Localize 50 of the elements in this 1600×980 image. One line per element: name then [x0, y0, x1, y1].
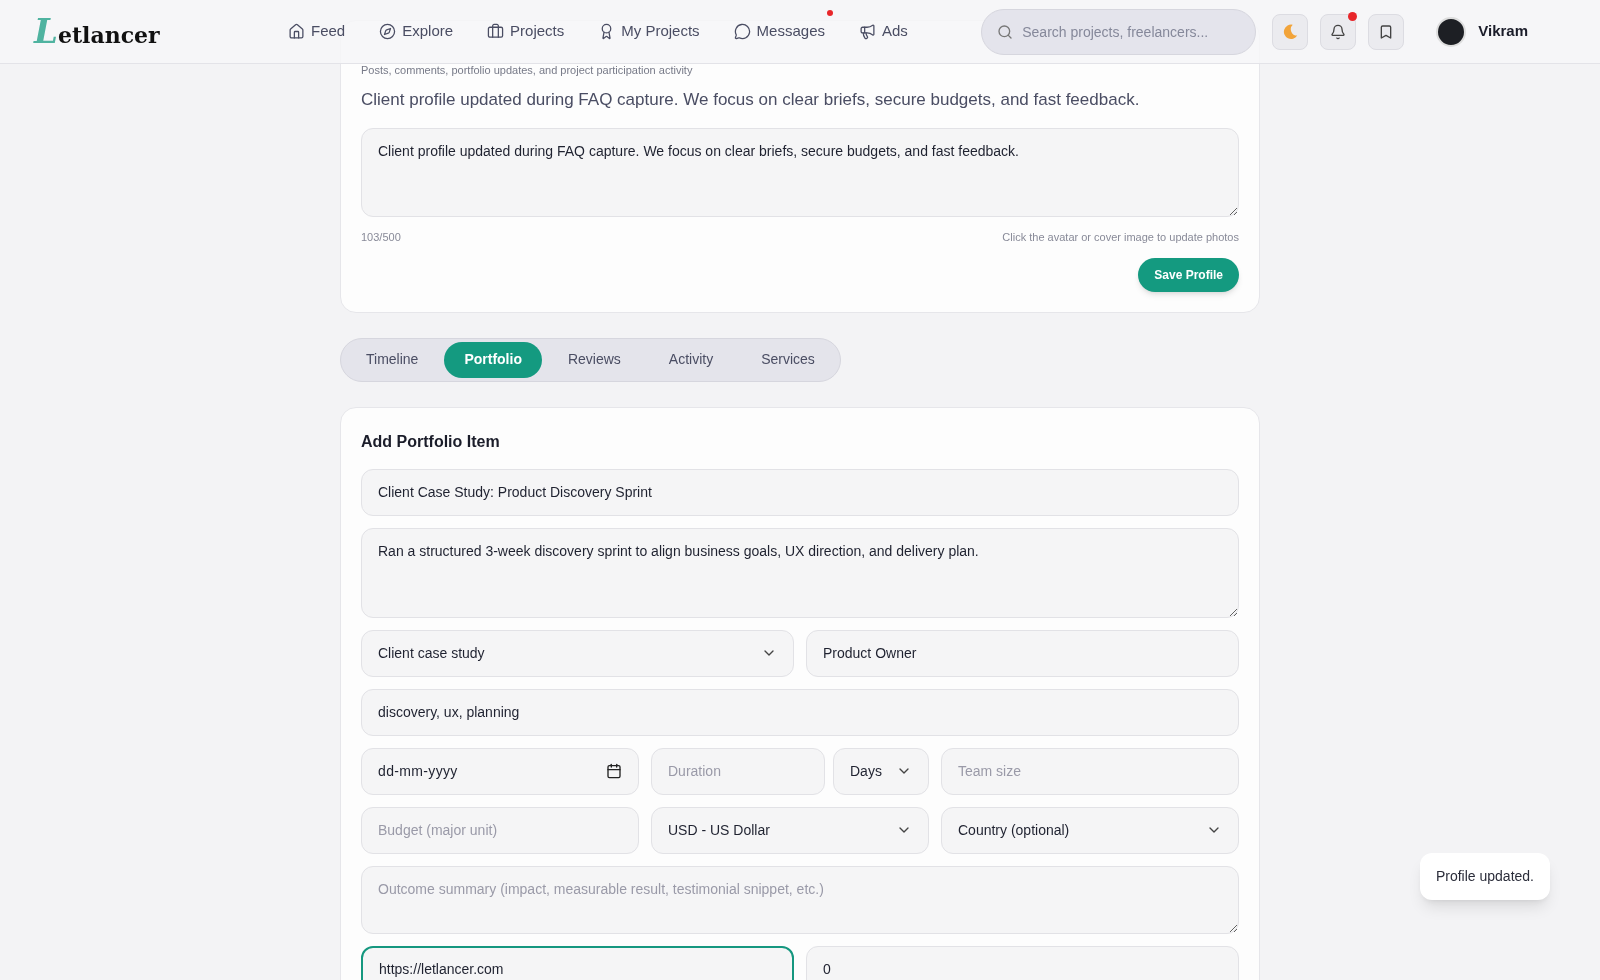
- search-icon: [997, 23, 1014, 40]
- dropdown[interactable]: USD - US Dollar: [651, 806, 929, 854]
- dropdown[interactable]: Days: [833, 747, 929, 795]
- nav-link[interactable]: Feed: [288, 20, 346, 43]
- dropdown[interactable]: Client case study: [361, 629, 794, 677]
- theme-toggle-button[interactable]: [1272, 13, 1309, 50]
- character-counter: 103/500: [361, 230, 401, 245]
- calendar-icon: [606, 763, 622, 779]
- text-field[interactable]: discovery, ux, planning: [361, 688, 1239, 736]
- tab[interactable]: Reviews: [545, 341, 643, 378]
- bio-text: Client profile updated during FAQ capture. We focus on clear briefs, secure budgets, and fast feedback.: [361, 88, 1141, 111]
- form-title: Add Portfolio Item: [361, 431, 501, 452]
- text-field[interactable]: Duration: [651, 747, 825, 795]
- nav-link[interactable]: Explore: [379, 20, 454, 43]
- nav-link[interactable]: Messages: [733, 20, 825, 43]
- save-profile-button[interactable]: Save Profile: [1138, 257, 1239, 292]
- nav-icon: [379, 23, 397, 40]
- text-field[interactable]: Client Case Study: Product Discovery Sprint: [361, 468, 1239, 516]
- tab[interactable]: Activity: [646, 341, 736, 378]
- nav-link[interactable]: Ads: [859, 20, 908, 43]
- bio-field[interactable]: Client profile updated during FAQ capture. We focus on clear briefs, secure budgets, and fast feedback.: [361, 128, 1239, 217]
- tab[interactable]: Services: [739, 341, 837, 378]
- text-field[interactable]: https://letlancer.com: [361, 945, 794, 980]
- dropdown[interactable]: Country (optional): [941, 806, 1239, 854]
- notifications-button[interactable]: [1320, 13, 1357, 50]
- card-subtitle: Posts, comments, portfolio updates, and project participation activity: [361, 63, 693, 78]
- user-menu[interactable]: Vikram: [1436, 16, 1528, 47]
- text-area[interactable]: Ran a structured 3-week discovery sprint to align business goals, UX direction, and delivery plan.: [361, 527, 1239, 618]
- nav-link[interactable]: My Projects: [598, 20, 700, 43]
- nav-icon: [859, 23, 876, 40]
- nav-icon: [288, 23, 305, 40]
- user-name: Vikram: [1478, 21, 1528, 42]
- tab[interactable]: Portfolio: [444, 341, 542, 378]
- text-field[interactable]: 0: [806, 945, 1239, 980]
- nav-icon: [733, 23, 751, 40]
- bookmarks-button[interactable]: [1368, 13, 1405, 50]
- text-field[interactable]: Budget (major unit): [361, 806, 639, 854]
- nav-icon: [487, 23, 505, 40]
- photo-hint: Click the avatar or cover image to update photos: [1002, 230, 1239, 245]
- text-area[interactable]: Outcome summary (impact, measurable result, testimonial snippet, etc.): [361, 865, 1239, 934]
- text-field[interactable]: Team size: [941, 747, 1239, 795]
- text-field[interactable]: Product Owner: [806, 629, 1239, 677]
- nav-link[interactable]: Projects: [487, 20, 565, 43]
- search-field[interactable]: Search projects, freelancers...: [981, 8, 1257, 55]
- date-field[interactable]: dd-mm-yyyy: [361, 747, 639, 795]
- bell-icon: [1330, 23, 1347, 40]
- toast: Profile updated.: [1419, 853, 1550, 900]
- tab[interactable]: Timeline: [344, 341, 441, 378]
- avatar: [1436, 16, 1467, 47]
- logo[interactable]: Letlancer: [34, 6, 284, 57]
